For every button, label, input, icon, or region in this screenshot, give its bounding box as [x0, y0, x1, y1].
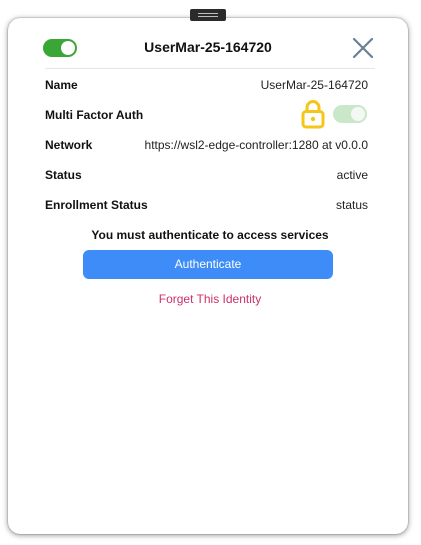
- identity-popup-window: UserMar-25-164720 Name UserMar-25-164720…: [0, 0, 421, 545]
- drag-handle-line: [198, 13, 218, 14]
- mfa-toggle[interactable]: [333, 105, 367, 123]
- status-value: active: [336, 168, 368, 182]
- mfa-label: Multi Factor Auth: [45, 108, 144, 122]
- toggle-knob: [351, 107, 365, 121]
- network-label: Network: [45, 138, 93, 152]
- drag-handle[interactable]: [190, 9, 226, 21]
- enrollment-status-label: Enrollment Status: [45, 198, 148, 212]
- authenticate-button[interactable]: Authenticate: [83, 250, 333, 279]
- identity-card: UserMar-25-164720 Name UserMar-25-164720…: [8, 18, 408, 534]
- close-icon: [352, 37, 374, 59]
- enrollment-status-value: status: [335, 198, 368, 212]
- identity-title: UserMar-25-164720: [144, 39, 272, 55]
- toggle-knob: [61, 41, 75, 55]
- drag-handle-line: [198, 16, 218, 17]
- lock-icon[interactable]: [300, 99, 326, 129]
- network-value: https://wsl2-edge-controller:1280 at v0.…: [144, 138, 368, 152]
- auth-required-message: You must authenticate to access services: [91, 228, 329, 242]
- name-label: Name: [45, 78, 78, 92]
- header-divider: [45, 68, 375, 69]
- status-label: Status: [45, 168, 82, 182]
- close-button[interactable]: [351, 36, 375, 60]
- identity-enabled-toggle[interactable]: [43, 39, 77, 57]
- forget-identity-link[interactable]: Forget This Identity: [45, 292, 375, 306]
- name-value: UserMar-25-164720: [260, 78, 368, 92]
